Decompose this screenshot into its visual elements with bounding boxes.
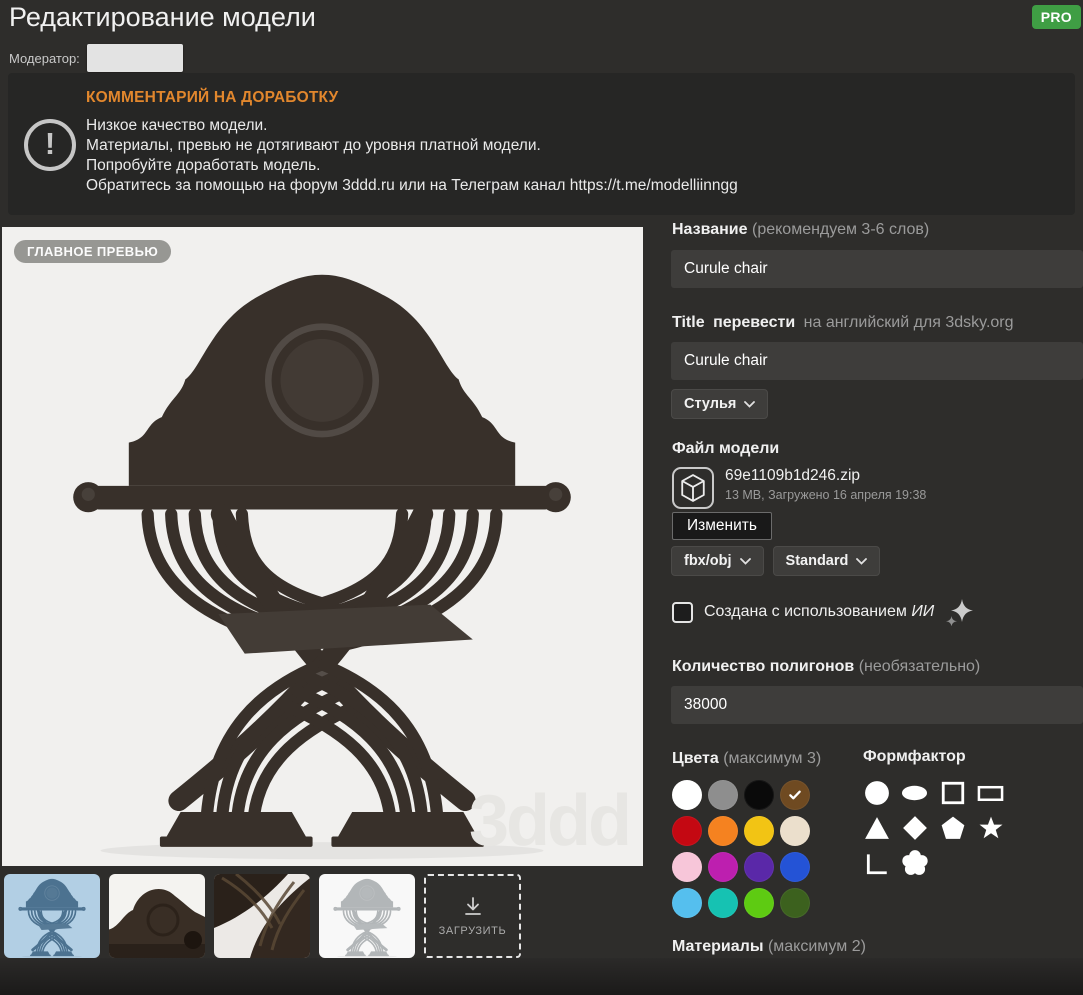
shape-circle-icon[interactable] xyxy=(863,779,890,806)
shape-l-shape-icon[interactable] xyxy=(863,849,890,876)
shape-diamond-icon[interactable] xyxy=(901,814,928,841)
file-section-label: Файл модели xyxy=(672,440,780,457)
color-swatches xyxy=(672,780,840,918)
colors-block: Цвета (максимум 3) xyxy=(672,748,840,918)
chevron-down-icon xyxy=(744,400,756,408)
form-factor-block: Формфактор xyxy=(863,748,1063,876)
ai-checkbox-label: Создана с использованием ИИ xyxy=(704,603,934,621)
shape-pentagon-icon[interactable] xyxy=(939,814,966,841)
ai-label-em: ИИ xyxy=(911,603,935,620)
render-engine-dropdown[interactable]: Standard xyxy=(772,546,881,576)
title-en-label: Title перевести на английский для 3dsky.… xyxy=(672,314,1014,332)
title-en-hint: на английский для 3dsky.org xyxy=(803,314,1014,331)
materials-label: Материалы (максимум 2) xyxy=(672,938,866,956)
thumbnail-3[interactable] xyxy=(214,874,310,958)
thumbnail-2[interactable] xyxy=(109,874,205,958)
category-value: Стулья xyxy=(684,396,737,412)
model-form-column: Название (рекомендуем 3-6 слов) Title пе… xyxy=(671,0,1083,995)
sparkle-icon xyxy=(946,599,974,626)
file-meta: 13 MB, Загружено 16 апреля 19:38 xyxy=(725,488,927,502)
shape-square-icon[interactable] xyxy=(939,779,966,806)
thumbnail-4-image xyxy=(319,874,415,958)
colors-label: Цвета (максимум 3) xyxy=(672,748,840,769)
color-swatch-sky-blue[interactable] xyxy=(672,888,702,918)
name-label: Название (рекомендуем 3-6 слов) xyxy=(672,221,929,239)
shape-triangle-icon[interactable] xyxy=(863,814,890,841)
name-input[interactable] xyxy=(671,250,1083,288)
main-preview-panel: ГЛАВНОЕ ПРЕВЬЮ 3ddd xyxy=(2,227,643,866)
upload-preview-button[interactable]: ЗАГРУЗИТЬ xyxy=(424,874,521,958)
name-label-text: Название xyxy=(672,221,748,238)
moderator-row: Модератор: xyxy=(9,44,183,72)
shape-rectangle-icon[interactable] xyxy=(977,779,1004,806)
color-swatch-dark-green[interactable] xyxy=(780,888,810,918)
thumbnail-1-selected[interactable] xyxy=(4,874,100,958)
color-swatch-blue[interactable] xyxy=(780,852,810,882)
moderator-name-redacted xyxy=(86,44,183,72)
chevron-down-icon xyxy=(856,557,868,565)
color-swatch-pink[interactable] xyxy=(672,852,702,882)
category-dropdown[interactable]: Стулья xyxy=(671,389,769,419)
materials-label-text: Материалы xyxy=(672,938,764,955)
ai-label-prefix: Создана с использованием xyxy=(704,603,907,620)
chevron-down-icon xyxy=(739,557,751,565)
shape-star-icon[interactable] xyxy=(977,814,1004,841)
color-swatch-red[interactable] xyxy=(672,816,702,846)
thumbnail-4[interactable] xyxy=(319,874,415,958)
colors-label-hint: (максимум 3) xyxy=(723,750,822,767)
color-swatch-beige[interactable] xyxy=(780,816,810,846)
ai-checkbox-row: Создана с использованием ИИ xyxy=(672,598,974,626)
file-info: 69e1109b1d246.zip 13 MB, Загружено 16 ап… xyxy=(725,467,926,502)
model-file-row: 69e1109b1d246.zip 13 MB, Загружено 16 ап… xyxy=(672,467,926,509)
check-icon xyxy=(789,790,801,800)
file-format-row: fbx/obj Standard xyxy=(671,546,881,576)
preview-thumbnails-row: ЗАГРУЗИТЬ xyxy=(4,874,521,958)
shape-ellipse-icon[interactable] xyxy=(901,779,928,806)
color-swatch-orange[interactable] xyxy=(708,816,738,846)
thumbnail-1-image xyxy=(4,874,100,958)
moderator-label: Модератор: xyxy=(9,50,80,66)
colors-label-text: Цвета xyxy=(672,750,719,767)
change-file-button[interactable]: Изменить xyxy=(672,512,772,540)
main-preview-badge: ГЛАВНОЕ ПРЕВЬЮ xyxy=(14,240,172,263)
edit-model-page: { "page": { "title": "Редактирование мод… xyxy=(0,0,1083,995)
form-factor-shapes xyxy=(863,779,1063,876)
cube-icon xyxy=(672,467,714,509)
exclamation-icon: ! xyxy=(24,119,76,171)
color-swatch-white[interactable] xyxy=(672,780,702,810)
download-arrow-icon xyxy=(464,896,481,915)
title-en-label-text: Title xyxy=(672,314,705,331)
render-engine-value: Standard xyxy=(785,553,849,569)
polygons-input[interactable] xyxy=(671,686,1083,724)
thumbnail-2-image xyxy=(109,888,205,958)
upload-label: ЗАГРУЗИТЬ xyxy=(438,924,507,937)
form-factor-label: Формфактор xyxy=(863,748,966,765)
polygons-label-hint: (необязательно) xyxy=(858,658,981,675)
chair-render-image xyxy=(34,239,610,861)
format-value: fbx/obj xyxy=(684,553,732,569)
color-swatch-black[interactable] xyxy=(744,780,774,810)
materials-label-hint: (максимум 2) xyxy=(767,938,866,955)
color-swatch-green[interactable] xyxy=(744,888,774,918)
color-swatch-turquoise[interactable] xyxy=(708,888,738,918)
translate-link[interactable]: перевести xyxy=(713,314,795,331)
color-swatch-brown[interactable] xyxy=(780,780,810,810)
file-name: 69e1109b1d246.zip xyxy=(725,467,861,484)
thumbnail-3-image xyxy=(214,874,310,958)
color-swatch-magenta[interactable] xyxy=(708,852,738,882)
watermark-3ddd: 3ddd xyxy=(469,781,632,861)
color-swatch-yellow[interactable] xyxy=(744,816,774,846)
name-label-hint: (рекомендуем 3-6 слов) xyxy=(751,221,930,238)
polygons-label-text: Количество полигонов xyxy=(672,658,855,675)
shape-flower-icon[interactable] xyxy=(901,849,928,876)
page-title: Редактирование модели xyxy=(9,2,316,32)
ai-checkbox[interactable] xyxy=(672,601,693,623)
polygons-label: Количество полигонов (необязательно) xyxy=(672,658,980,676)
color-swatch-gray[interactable] xyxy=(708,780,738,810)
format-dropdown[interactable]: fbx/obj xyxy=(671,546,764,576)
title-en-input[interactable] xyxy=(671,342,1083,380)
color-swatch-purple[interactable] xyxy=(744,852,774,882)
